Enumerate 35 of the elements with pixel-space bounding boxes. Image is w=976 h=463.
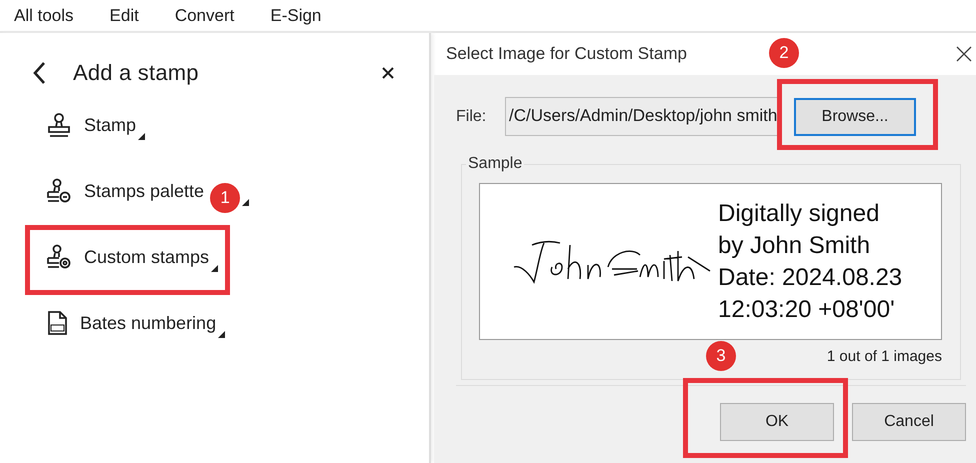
- document-icon: [46, 310, 68, 336]
- stamp-text: by John Smith: [718, 230, 872, 260]
- sample-label: Sample: [466, 155, 524, 173]
- close-icon[interactable]: [956, 46, 972, 62]
- menu-item[interactable]: E-Sign: [270, 6, 322, 26]
- stamp-text: Date: 2024.08.23: [718, 262, 902, 292]
- caret-icon: [211, 265, 218, 272]
- menu-item[interactable]: Convert: [174, 6, 234, 26]
- menu-item[interactable]: All tools: [14, 6, 74, 26]
- tool-item[interactable]: Bates numbering: [80, 312, 216, 334]
- caret-icon: [242, 199, 250, 206]
- dialog-title: Select Image for Custom Stamp: [446, 44, 687, 64]
- panel-title: Add a stamp: [73, 60, 200, 86]
- tool-item[interactable]: Stamps palette: [84, 180, 204, 202]
- back-icon[interactable]: [32, 61, 46, 85]
- menu-item[interactable]: Edit: [110, 6, 139, 26]
- stamp-text: 12:03:20 +08'00': [718, 294, 896, 324]
- caret-icon: [218, 331, 226, 338]
- tool-item[interactable]: Stamp: [84, 114, 136, 136]
- caret-icon: [138, 133, 146, 140]
- stamp-palette-icon: [46, 178, 72, 204]
- step-badge: 1: [210, 183, 240, 213]
- browse-button[interactable]: Browse...: [794, 98, 916, 136]
- tool-item[interactable]: Custom stamps: [84, 246, 210, 268]
- stamp-icon: [46, 112, 72, 138]
- close-icon[interactable]: [382, 67, 394, 79]
- dialog-button[interactable]: Cancel: [852, 403, 966, 441]
- stamp-gear-icon: [46, 244, 72, 270]
- image-counter: 1 out of 1 images: [826, 348, 942, 365]
- step-badge: 2: [769, 38, 799, 68]
- stamp-text: Digitally signed: [718, 198, 880, 228]
- file-path-field[interactable]: /C/Users/Admin/Desktop/john smith: [505, 97, 777, 136]
- step-badge: 3: [706, 341, 736, 371]
- dialog-button[interactable]: OK: [720, 403, 834, 441]
- file-label: File:: [456, 108, 488, 126]
